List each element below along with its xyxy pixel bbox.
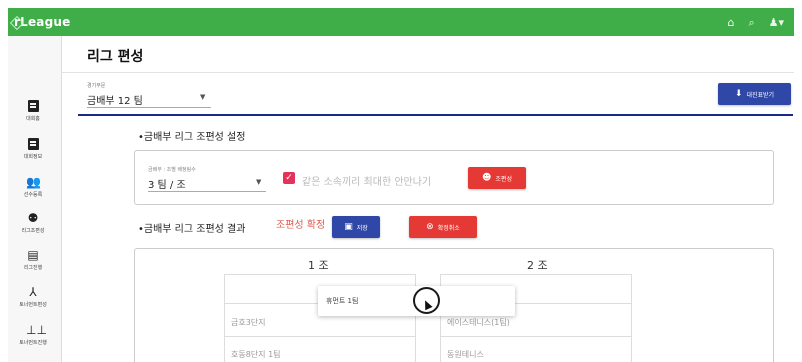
clipboard-icon: ▤ [27, 248, 39, 262]
shuffle-icon: ☻ [482, 172, 492, 183]
cancel-confirm-button[interactable]: ⊗ 확정취소 [409, 216, 477, 238]
sidebar-item-label: 선수등록 [23, 192, 43, 198]
sidebar-item-players[interactable]: 👥 선수등록 [8, 176, 58, 198]
sidebar-item-info[interactable]: 대회정보 [8, 138, 58, 160]
list-item[interactable]: 에이스테니스(1팀) [447, 317, 510, 328]
group-title: 2 조 [527, 259, 548, 272]
sidebar-item-league-run[interactable]: ▤ 리그진행 [8, 249, 58, 271]
group-settings-card [134, 150, 774, 205]
header-divider [62, 72, 794, 73]
sidebar-item-label: 리그조편성 [21, 228, 45, 234]
user-icon[interactable]: ♟▾ [769, 17, 784, 28]
group-title: 1 조 [308, 259, 329, 272]
check-icon: ✓ [285, 173, 293, 183]
division-select[interactable]: 금배부 12 팀 [87, 92, 143, 107]
group-results-title: •금배부 리그 조편성 결과 [138, 224, 246, 235]
row-divider [225, 336, 415, 337]
same-club-checkbox[interactable]: ✓ [283, 172, 295, 184]
list-item[interactable]: 동원테니스 [447, 349, 484, 360]
team-icon: ⚉ [27, 211, 39, 225]
save-button-label: 저장 [356, 224, 368, 232]
download-icon: ⬇ [734, 88, 743, 99]
sidebar-item-label: 대회정보 [23, 154, 43, 160]
dragging-team-label: 휴먼트 1팀 [326, 297, 359, 305]
shuffle-button-label: 조편성 [495, 175, 512, 183]
sidebar-item-tournament-run[interactable]: ⊥⊥ 토너먼트진행 [8, 324, 58, 346]
sidebar-item-label: 대회홈 [26, 116, 40, 122]
section-divider [78, 114, 793, 116]
division-select-underline [87, 107, 211, 108]
sidebar-item-home[interactable]: 대회홈 [8, 100, 58, 122]
download-bracket-button[interactable]: ⬇ 대진표받기 [718, 83, 791, 105]
teams-per-group-underline [148, 191, 266, 192]
chevron-down-icon[interactable]: ▼ [256, 178, 261, 186]
document-icon [27, 100, 39, 112]
sidebar-item-tournament-setup[interactable]: ⅄ 토너먼트편성 [8, 286, 58, 308]
list-item[interactable]: 금호3단지 [231, 317, 266, 328]
sidebar-item-league-groups[interactable]: ⚉ 리그조편성 [8, 212, 58, 234]
close-circle-icon: ⊗ [426, 221, 434, 232]
home-icon[interactable]: ⌂ [727, 17, 734, 28]
teams-per-group-label: 금배부 : 조별 배정팀수 [148, 167, 196, 173]
list-item[interactable]: 호동8단지 1팀 [231, 349, 281, 360]
save-button[interactable]: ▣ 저장 [332, 216, 380, 238]
same-club-label[interactable]: 같은 소속끼리 최대한 안만나기 [302, 173, 431, 188]
division-select-label: 경기부문 [87, 83, 106, 89]
tournament-icon: ⅄ [29, 285, 37, 299]
sidebar-item-label: 리그진행 [23, 265, 43, 271]
download-button-label: 대진표받기 [746, 91, 775, 99]
add-user-icon: 👥 [26, 175, 41, 189]
sidebar: 대회홈 대회정보 👥 선수등록 ⚉ 리그조편성 ▤ 리그진행 ⅄ 토너먼트편성 … [8, 36, 62, 362]
app-bar: rLeague ⌂ ⌕ ♟▾ [8, 8, 794, 36]
sidebar-item-label: 토너먼트편성 [19, 302, 47, 308]
page-title: 리그 편성 [87, 49, 144, 65]
chevron-down-icon[interactable]: ▼ [200, 93, 205, 101]
teams-per-group-select[interactable]: 3 팀 / 조 [148, 176, 186, 191]
document-icon [27, 138, 39, 150]
sidebar-item-label: 토너먼트진행 [19, 340, 47, 346]
shuffle-groups-button[interactable]: ☻ 조편성 [468, 167, 526, 189]
cancel-button-label: 확정취소 [437, 224, 460, 232]
row-divider [441, 336, 631, 337]
app-window: rLeague ⌂ ⌕ ♟▾ 대회홈 대회정보 👥 선수등록 ⚉ 리그조편성 ▤… [0, 0, 802, 362]
confirmed-status: 조편성 확정 [276, 220, 326, 231]
group-settings-title: •금배부 리그 조편성 설정 [138, 132, 246, 143]
search-icon[interactable]: ⌕ [748, 17, 754, 28]
save-icon: ▣ [344, 221, 353, 232]
logo[interactable]: rLeague [8, 8, 70, 36]
bracket-icon: ⊥⊥ [26, 323, 47, 337]
